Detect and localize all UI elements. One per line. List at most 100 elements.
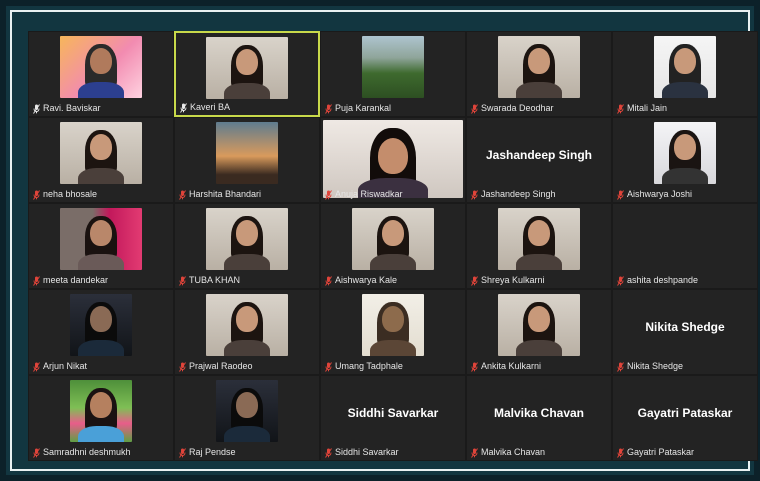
participant-name-label: Ankita Kulkarni bbox=[471, 361, 541, 372]
participant-tile[interactable]: Aishwarya Joshi bbox=[612, 117, 758, 203]
participant-video bbox=[60, 36, 142, 98]
participant-tile[interactable]: Mitali Jain bbox=[612, 31, 758, 117]
participant-name: Ankita Kulkarni bbox=[481, 361, 542, 371]
participant-name: Ravi. Baviskar bbox=[43, 103, 101, 113]
muted-mic-icon bbox=[325, 189, 332, 200]
participant-tile[interactable]: Ravi. Baviskar bbox=[28, 31, 174, 117]
participant-tile[interactable]: TUBA KHAN bbox=[174, 203, 320, 289]
participant-name: meeta dandekar bbox=[43, 275, 109, 285]
participant-name: Jashandeep Singh bbox=[481, 189, 556, 199]
participant-name-label: neha bhosale bbox=[33, 189, 97, 200]
participant-tile[interactable]: Puja Karankal bbox=[320, 31, 466, 117]
participant-video bbox=[216, 122, 278, 184]
participant-video bbox=[206, 294, 288, 356]
participant-name: Gayatri Pataskar bbox=[627, 447, 695, 457]
participant-tile[interactable]: Umang Tadphale bbox=[320, 289, 466, 375]
muted-mic-icon bbox=[33, 103, 40, 114]
muted-mic-icon bbox=[471, 275, 478, 286]
participant-name: ashita deshpande bbox=[627, 275, 699, 285]
participant-video bbox=[362, 36, 424, 98]
participant-tile[interactable]: Harshita Bhandari bbox=[174, 117, 320, 203]
participant-tile[interactable]: Ankita Kulkarni bbox=[466, 289, 612, 375]
participant-name-label: Swarada Deodhar bbox=[471, 103, 554, 114]
participant-name: Siddhi Savarkar bbox=[335, 447, 399, 457]
participant-name: Umang Tadphale bbox=[335, 361, 403, 371]
participant-tile[interactable]: Nikita Shedge Nikita Shedge bbox=[612, 289, 758, 375]
participant-tile[interactable]: Arjun Nikat bbox=[28, 289, 174, 375]
participant-name-label: Prajwal Raodeo bbox=[179, 361, 253, 372]
participant-name-label: Malvika Chavan bbox=[471, 447, 545, 458]
participant-name-label: Jashandeep Singh bbox=[471, 189, 556, 200]
participant-name: Shreya Kulkarni bbox=[481, 275, 545, 285]
participant-tile[interactable]: Malvika Chavan Malvika Chavan bbox=[466, 375, 612, 461]
participant-name: Puja Karankal bbox=[335, 103, 392, 113]
participant-name-label: Raj Pendse bbox=[179, 447, 236, 458]
participant-tile[interactable]: neha bhosale bbox=[28, 117, 174, 203]
participant-video bbox=[216, 380, 278, 442]
participant-video bbox=[498, 294, 580, 356]
participant-display-name: Jashandeep Singh bbox=[485, 148, 593, 162]
participant-name: Kaveri BA bbox=[190, 102, 231, 112]
participant-tile[interactable]: Swarada Deodhar bbox=[466, 31, 612, 117]
muted-mic-icon bbox=[471, 447, 478, 458]
participant-tile[interactable]: Anuja Riswadkar bbox=[320, 117, 466, 203]
participant-video bbox=[498, 208, 580, 270]
participant-name-label: Arjun Nikat bbox=[33, 361, 87, 372]
participant-tile[interactable]: ashita deshpande bbox=[612, 203, 758, 289]
participant-video bbox=[654, 36, 716, 98]
participant-video bbox=[323, 120, 463, 198]
participant-video bbox=[362, 294, 424, 356]
muted-mic-icon bbox=[179, 361, 186, 372]
participant-name: Swarada Deodhar bbox=[481, 103, 554, 113]
muted-mic-icon bbox=[617, 103, 624, 114]
participant-name-label: Nikita Shedge bbox=[617, 361, 683, 372]
muted-mic-icon bbox=[617, 361, 624, 372]
participant-tile[interactable]: Aishwarya Kale bbox=[320, 203, 466, 289]
participant-name: neha bhosale bbox=[43, 189, 98, 199]
participant-display-name: Nikita Shedge bbox=[645, 320, 725, 334]
muted-mic-icon bbox=[325, 275, 332, 286]
participant-name-label: Aishwarya Joshi bbox=[617, 189, 692, 200]
participant-name-label: Ravi. Baviskar bbox=[33, 103, 101, 114]
participant-tile[interactable]: Jashandeep Singh Jashandeep Singh bbox=[466, 117, 612, 203]
participant-tile[interactable]: Siddhi Savarkar Siddhi Savarkar bbox=[320, 375, 466, 461]
muted-mic-icon bbox=[33, 361, 40, 372]
participant-video bbox=[60, 208, 142, 270]
participant-name: Raj Pendse bbox=[189, 447, 236, 457]
participant-name-label: Puja Karankal bbox=[325, 103, 391, 114]
muted-mic-icon bbox=[471, 103, 478, 114]
participant-tile[interactable]: Shreya Kulkarni bbox=[466, 203, 612, 289]
muted-mic-icon bbox=[617, 189, 624, 200]
participant-name-label: Harshita Bhandari bbox=[179, 189, 261, 200]
participant-name: Arjun Nikat bbox=[43, 361, 88, 371]
participant-tile[interactable]: meeta dandekar bbox=[28, 203, 174, 289]
participant-name: Harshita Bhandari bbox=[189, 189, 262, 199]
participant-name: Anuja Riswadkar bbox=[335, 189, 403, 199]
participant-tile[interactable]: Raj Pendse bbox=[174, 375, 320, 461]
participant-name-label: Shreya Kulkarni bbox=[471, 275, 545, 286]
muted-mic-icon bbox=[179, 447, 186, 458]
muted-mic-icon bbox=[179, 189, 186, 200]
participant-name: Mitali Jain bbox=[627, 103, 668, 113]
participant-name-label: Mitali Jain bbox=[617, 103, 667, 114]
participant-name-label: meeta dandekar bbox=[33, 275, 108, 286]
participant-name-label: Siddhi Savarkar bbox=[325, 447, 399, 458]
participant-display-name: Malvika Chavan bbox=[493, 406, 585, 420]
muted-mic-icon bbox=[33, 275, 40, 286]
participant-name: Aishwarya Kale bbox=[335, 275, 398, 285]
participant-video bbox=[498, 36, 580, 98]
participant-name-label: Samradhni deshmukh bbox=[33, 447, 131, 458]
participant-tile[interactable]: Gayatri Pataskar Gayatri Pataskar bbox=[612, 375, 758, 461]
participant-tile[interactable]: Samradhni deshmukh bbox=[28, 375, 174, 461]
participant-video bbox=[206, 208, 288, 270]
participant-video bbox=[206, 37, 288, 99]
participant-name-label: Kaveri BA bbox=[180, 102, 230, 113]
participant-name-label: TUBA KHAN bbox=[179, 275, 240, 286]
muted-mic-icon bbox=[180, 102, 187, 113]
muted-mic-icon bbox=[325, 447, 332, 458]
participant-tile[interactable]: Prajwal Raodeo bbox=[174, 289, 320, 375]
participant-tile[interactable]: Kaveri BA bbox=[174, 31, 320, 117]
participant-name: Aishwarya Joshi bbox=[627, 189, 693, 199]
participant-name: TUBA KHAN bbox=[189, 275, 241, 285]
participant-video bbox=[70, 380, 132, 442]
